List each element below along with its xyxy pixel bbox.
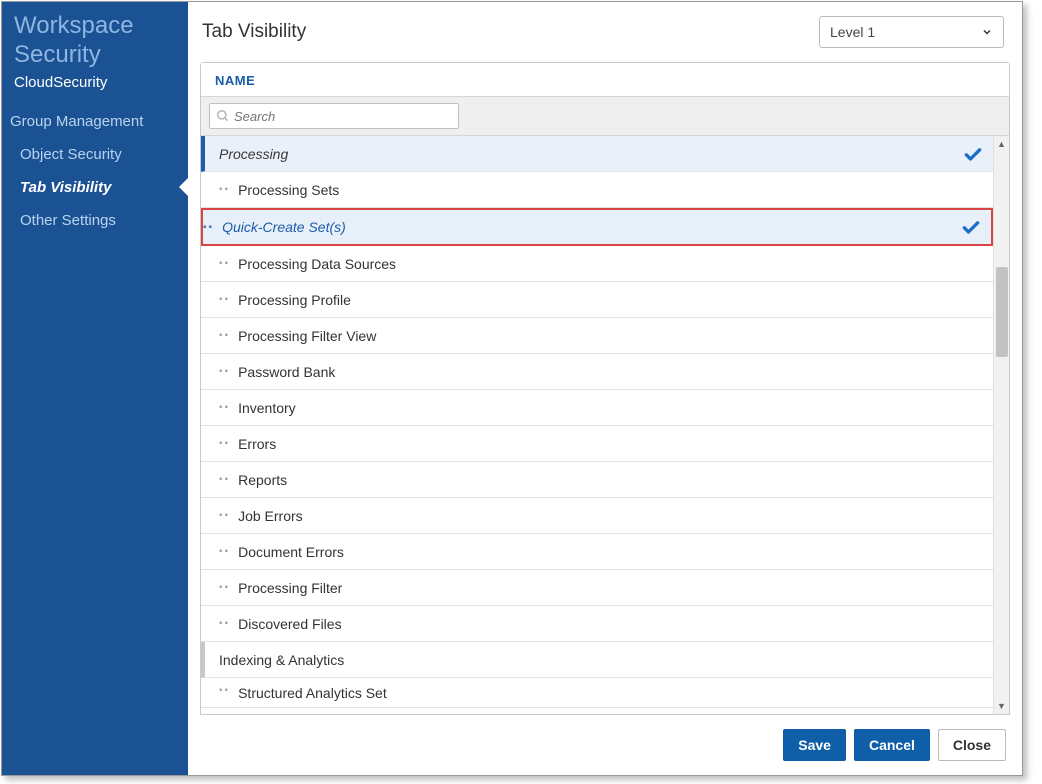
close-button[interactable]: Close: [938, 729, 1006, 761]
drag-handle-icon[interactable]: ▪▪: [219, 546, 230, 557]
drag-handle-icon[interactable]: ▪▪: [219, 402, 230, 413]
row-structured-analytics-set[interactable]: ▪▪ Structured Analytics Set: [201, 678, 993, 708]
row-processing-filter-view[interactable]: ▪▪ Processing Filter View: [201, 318, 993, 354]
row-label: Processing Filter View: [238, 328, 983, 344]
row-label: Quick-Create Set(s): [222, 219, 961, 235]
row-document-errors[interactable]: ▪▪ Document Errors: [201, 534, 993, 570]
row-password-bank[interactable]: ▪▪ Password Bank: [201, 354, 993, 390]
save-button[interactable]: Save: [783, 729, 846, 761]
sidebar-title: Workspace Security: [2, 6, 188, 70]
main-panel: Tab Visibility Level 1 NAME Processing: [188, 2, 1022, 775]
footer: Save Cancel Close: [188, 715, 1022, 775]
row-inventory[interactable]: ▪▪ Inventory: [201, 390, 993, 426]
search-input[interactable]: [234, 109, 452, 124]
row-label: Password Bank: [238, 364, 983, 380]
row-processing-filter[interactable]: ▪▪ Processing Filter: [201, 570, 993, 606]
row-label: Indexing & Analytics: [219, 652, 983, 668]
drag-handle-icon[interactable]: ▪▪: [219, 258, 230, 269]
sidebar-subtitle: CloudSecurity: [2, 70, 188, 105]
row-label: Discovered Files: [238, 616, 983, 632]
row-label: Inventory: [238, 400, 983, 416]
list-viewport: Processing ▪▪ Processing Sets ▪▪ Quick-C…: [201, 136, 1009, 714]
drag-handle-icon[interactable]: ▪▪: [219, 184, 230, 195]
sidebar-item-object-security[interactable]: Object Security: [2, 138, 188, 171]
list-content: Processing ▪▪ Processing Sets ▪▪ Quick-C…: [201, 136, 993, 714]
row-label: Processing Sets: [238, 182, 983, 198]
row-label: Document Errors: [238, 544, 983, 560]
drag-handle-icon[interactable]: ▪▪: [219, 618, 230, 629]
chevron-down-icon: [981, 26, 993, 38]
drag-handle-icon[interactable]: ▪▪: [219, 685, 230, 696]
row-label: Processing Data Sources: [238, 256, 983, 272]
scroll-down-arrow-icon[interactable]: ▼: [994, 698, 1010, 714]
drag-handle-icon[interactable]: ▪▪: [219, 582, 230, 593]
page-title: Tab Visibility: [202, 21, 306, 43]
row-label: Processing Filter: [238, 580, 983, 596]
sidebar: Workspace Security CloudSecurity Group M…: [2, 2, 188, 775]
row-label: Job Errors: [238, 508, 983, 524]
row-label: Processing Profile: [238, 292, 983, 308]
app-frame: Workspace Security CloudSecurity Group M…: [1, 1, 1023, 776]
row-indexing-analytics[interactable]: Indexing & Analytics: [201, 642, 993, 678]
drag-handle-icon[interactable]: ▪▪: [219, 366, 230, 377]
level-selector[interactable]: Level 1: [819, 16, 1004, 48]
scroll-up-arrow-icon[interactable]: ▲: [994, 136, 1010, 152]
scroll-track[interactable]: [994, 152, 1009, 698]
search-icon: [216, 109, 230, 123]
sidebar-item-tab-visibility[interactable]: Tab Visibility: [2, 171, 188, 204]
column-header-name[interactable]: NAME: [201, 63, 1009, 96]
row-errors[interactable]: ▪▪ Errors: [201, 426, 993, 462]
row-processing-data-sources[interactable]: ▪▪ Processing Data Sources: [201, 246, 993, 282]
drag-handle-icon[interactable]: ▪▪: [219, 330, 230, 341]
drag-handle-icon[interactable]: ▪▪: [219, 510, 230, 521]
row-processing-sets[interactable]: ▪▪ Processing Sets: [201, 172, 993, 208]
scroll-thumb[interactable]: [996, 267, 1008, 357]
main-header: Tab Visibility Level 1: [188, 2, 1022, 62]
drag-handle-icon[interactable]: ▪▪: [219, 294, 230, 305]
check-icon[interactable]: [961, 217, 981, 237]
cancel-button[interactable]: Cancel: [854, 729, 930, 761]
row-label: Reports: [238, 472, 983, 488]
row-processing-profile[interactable]: ▪▪ Processing Profile: [201, 282, 993, 318]
row-processing[interactable]: Processing: [201, 136, 993, 172]
row-label: Structured Analytics Set: [238, 685, 983, 701]
check-icon[interactable]: [963, 144, 983, 164]
drag-handle-icon[interactable]: ▪▪: [203, 222, 214, 233]
table-panel: NAME Processing ▪▪ Processing Sets: [200, 62, 1010, 715]
row-label: Errors: [238, 436, 983, 452]
row-reports[interactable]: ▪▪ Reports: [201, 462, 993, 498]
search-input-wrap[interactable]: [209, 103, 459, 129]
row-label: Processing: [219, 146, 963, 162]
row-job-errors[interactable]: ▪▪ Job Errors: [201, 498, 993, 534]
row-quick-create-set[interactable]: ▪▪ Quick-Create Set(s): [201, 208, 993, 246]
level-selector-value: Level 1: [830, 24, 875, 40]
sidebar-item-group-management[interactable]: Group Management: [2, 105, 188, 138]
drag-handle-icon[interactable]: ▪▪: [219, 438, 230, 449]
drag-handle-icon[interactable]: ▪▪: [219, 474, 230, 485]
row-discovered-files[interactable]: ▪▪ Discovered Files: [201, 606, 993, 642]
sidebar-item-other-settings[interactable]: Other Settings: [2, 204, 188, 237]
vertical-scrollbar[interactable]: ▲ ▼: [993, 136, 1009, 714]
search-bar: [201, 96, 1009, 136]
